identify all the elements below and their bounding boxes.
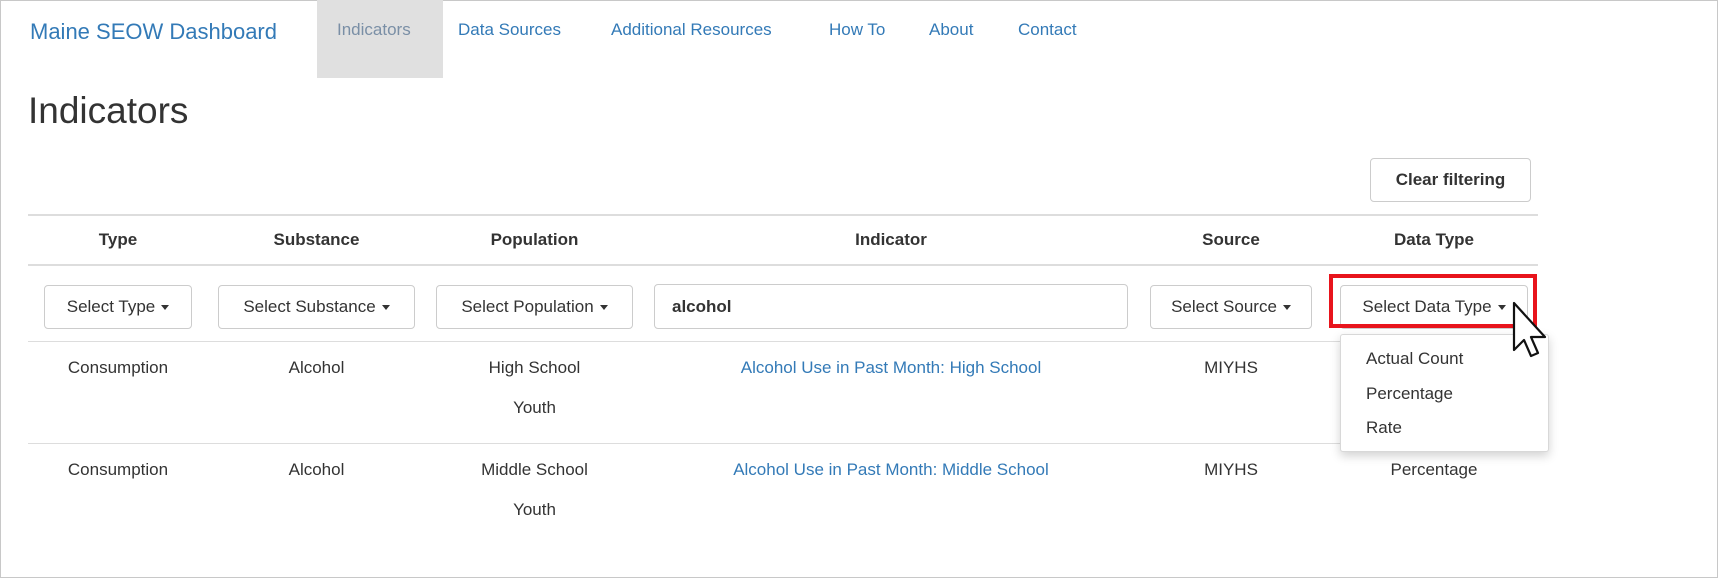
- column-header-source: Source: [1202, 230, 1260, 249]
- row2-data-type: Percentage: [1390, 460, 1478, 479]
- nav-item-how-to[interactable]: How To: [829, 20, 885, 40]
- row2-indicator-link[interactable]: Alcohol Use in Past Month: Middle School: [654, 460, 1128, 480]
- mouse-pointer-icon: [1512, 301, 1547, 358]
- column-header-population: Population: [490, 230, 579, 249]
- dropdown-option-rate[interactable]: Rate: [1366, 418, 1402, 438]
- row1-substance: Alcohol: [288, 358, 345, 377]
- substance-filter-dropdown[interactable]: Select Substance: [218, 285, 415, 329]
- caret-down-icon: [381, 305, 390, 311]
- column-header-indicator: Indicator: [855, 230, 927, 249]
- row1-population-line2: Youth: [513, 398, 556, 417]
- indicator-search-input[interactable]: [654, 284, 1128, 329]
- population-filter-dropdown[interactable]: Select Population: [436, 285, 633, 329]
- brand-link[interactable]: Maine SEOW Dashboard: [30, 19, 277, 45]
- table-top-rule: [28, 214, 1538, 216]
- row1-population-line1: High School: [488, 358, 581, 377]
- clear-filtering-button[interactable]: Clear filtering: [1370, 158, 1531, 202]
- row2-substance: Alcohol: [288, 460, 345, 479]
- row2-population-line2: Youth: [513, 500, 556, 519]
- row2-source: MIYHS: [1204, 460, 1258, 479]
- filter-row-rule: [28, 341, 1538, 342]
- highlight-box: [1329, 274, 1537, 328]
- row1-type: Consumption: [67, 358, 169, 377]
- caret-down-icon: [599, 305, 608, 311]
- source-filter-dropdown[interactable]: Select Source: [1150, 285, 1312, 329]
- population-filter-label: Select Population: [461, 297, 594, 316]
- page-title: Indicators: [28, 90, 189, 131]
- column-header-data-type: Data Type: [1394, 230, 1474, 249]
- row-divider: [28, 443, 1538, 444]
- dropdown-option-percentage[interactable]: Percentage: [1366, 384, 1453, 404]
- row2-population-line1: Middle School: [481, 460, 588, 479]
- nav-item-additional-resources[interactable]: Additional Resources: [611, 20, 772, 40]
- nav-item-contact[interactable]: Contact: [1018, 20, 1077, 40]
- row1-indicator-link[interactable]: Alcohol Use in Past Month: High School: [654, 358, 1128, 378]
- nav-item-indicators[interactable]: Indicators: [337, 20, 411, 40]
- row1-source: MIYHS: [1204, 358, 1258, 377]
- column-header-type: Type: [98, 230, 138, 249]
- substance-filter-label: Select Substance: [243, 297, 376, 316]
- nav-item-data-sources[interactable]: Data Sources: [458, 20, 561, 40]
- top-navbar: Maine SEOW Dashboard Indicators Data Sou…: [0, 0, 1720, 78]
- column-header-substance: Substance: [273, 230, 360, 249]
- type-filter-dropdown[interactable]: Select Type: [44, 285, 192, 329]
- caret-down-icon: [161, 305, 170, 311]
- dropdown-option-actual-count[interactable]: Actual Count: [1366, 349, 1463, 369]
- header-bottom-rule: [28, 264, 1538, 266]
- nav-item-about[interactable]: About: [929, 20, 973, 40]
- type-filter-label: Select Type: [66, 297, 156, 316]
- source-filter-label: Select Source: [1171, 297, 1277, 316]
- row2-type: Consumption: [67, 460, 169, 479]
- caret-down-icon: [1282, 305, 1291, 311]
